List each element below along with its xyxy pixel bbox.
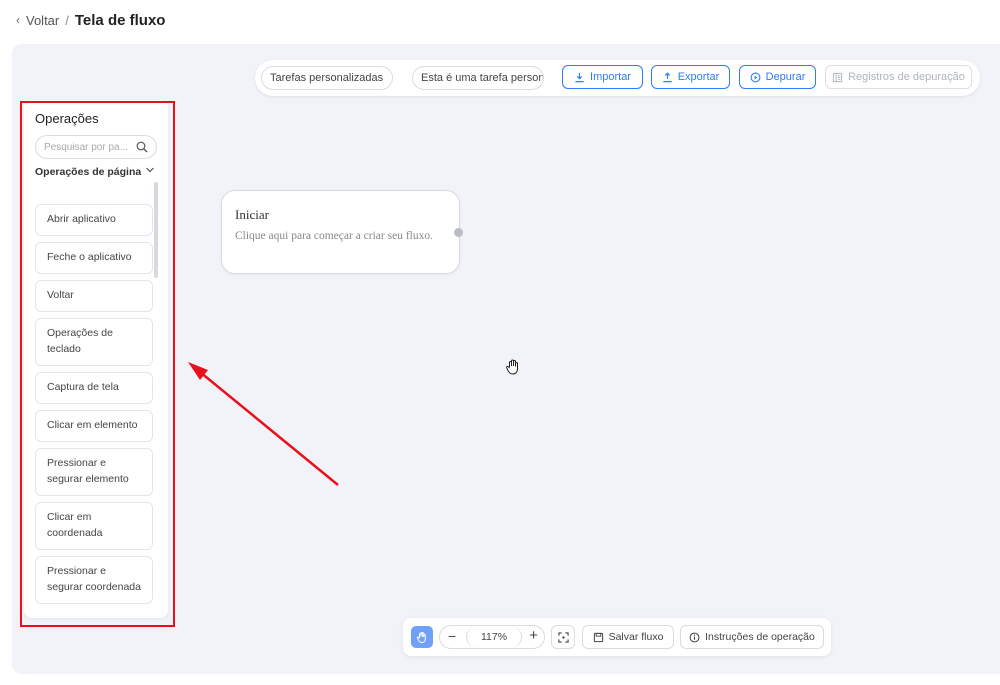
operations-panel: Operações Operações de página Abrir apli…: [24, 100, 168, 618]
task-description-input[interactable]: Esta é uma tarefa personalizada: [412, 66, 544, 90]
op-item-keyboard[interactable]: Operações de teclado: [35, 318, 153, 366]
save-flow-label: Salvar fluxo: [608, 631, 664, 643]
hand-icon: [506, 359, 518, 375]
op-item-open-app[interactable]: Abrir aplicativo: [35, 204, 153, 236]
op-item-click-element[interactable]: Clicar em elemento: [35, 410, 153, 442]
instructions-button[interactable]: Instruções de operação: [680, 625, 824, 649]
breadcrumb-separator: /: [65, 12, 69, 28]
operations-title: Operações: [35, 111, 99, 126]
top-toolbar: Tarefas personalizadas Esta é uma tarefa…: [255, 60, 980, 96]
hand-icon: [416, 631, 426, 643]
op-item-close-app[interactable]: Feche o aplicativo: [35, 242, 153, 274]
bottom-toolbar: − 117% + Salvar fluxo Instruções de oper…: [403, 618, 831, 656]
group-header-page-ops[interactable]: Operações de página: [35, 164, 155, 180]
chevron-down-icon[interactable]: [145, 166, 155, 174]
export-label: Exportar: [677, 71, 720, 83]
op-item-long-press-coordinate[interactable]: Pressionar e segurar coordenada: [35, 556, 153, 604]
log-icon: [832, 72, 843, 82]
op-item-back[interactable]: Voltar: [35, 280, 153, 312]
info-icon: [689, 632, 700, 642]
debug-button[interactable]: Depurar: [739, 65, 816, 89]
start-node[interactable]: Iniciar Clique aqui para começar a criar…: [221, 190, 460, 274]
op-item-long-press-element[interactable]: Pressionar e segurar elemento: [35, 448, 153, 496]
import-button[interactable]: Importar: [562, 65, 643, 89]
search-input[interactable]: [44, 139, 134, 155]
op-item-click-coordinate[interactable]: Clicar em coordenada: [35, 502, 153, 550]
back-link[interactable]: Voltar: [26, 13, 59, 28]
chevron-left-icon[interactable]: ‹: [16, 13, 20, 27]
pan-tool-button[interactable]: [411, 626, 433, 648]
node-output-port[interactable]: [454, 228, 463, 237]
task-name-input[interactable]: Tarefas personalizadas: [261, 66, 393, 90]
ops-scrollbar[interactable]: [154, 182, 158, 278]
zoom-value[interactable]: 117%: [466, 626, 522, 648]
page-title: Tela de fluxo: [74, 11, 166, 29]
download-icon: [575, 72, 584, 82]
fit-screen-button[interactable]: [551, 625, 575, 649]
play-icon: [750, 72, 761, 82]
zoom-control: − 117% +: [439, 625, 545, 649]
start-node-description: Clique aqui para começar a criar seu flu…: [235, 230, 433, 242]
instructions-label: Instruções de operação: [705, 631, 815, 643]
upload-icon: [663, 71, 672, 82]
debug-logs-label: Registros de depuração: [848, 71, 965, 83]
search-icon[interactable]: [136, 141, 148, 153]
zoom-in-button[interactable]: +: [529, 627, 538, 644]
operations-search[interactable]: [35, 135, 157, 159]
zoom-out-button[interactable]: −: [448, 628, 456, 644]
debug-logs-button[interactable]: Registros de depuração: [825, 65, 972, 89]
op-item-screenshot[interactable]: Captura de tela: [35, 372, 153, 404]
debug-label: Depurar: [765, 71, 806, 83]
export-button[interactable]: Exportar: [651, 65, 730, 89]
start-node-title: Iniciar: [235, 207, 269, 222]
save-icon: [593, 632, 603, 642]
fit-screen-icon: [557, 631, 569, 643]
import-label: Importar: [590, 71, 631, 83]
save-flow-button[interactable]: Salvar fluxo: [582, 625, 674, 649]
header: ‹ Voltar / Tela de fluxo: [0, 0, 1000, 40]
